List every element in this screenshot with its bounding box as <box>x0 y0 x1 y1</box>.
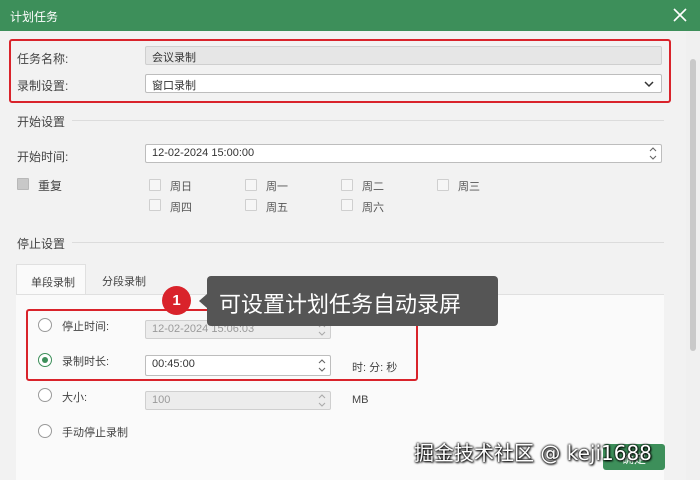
day-checkbox-tue[interactable] <box>341 179 353 191</box>
day-label-mon: 周一 <box>266 181 288 193</box>
stop-time-radio[interactable] <box>38 318 52 332</box>
chevron-down-icon <box>644 81 654 88</box>
duration-label: 录制时长: <box>62 356 110 368</box>
record-setting-value: 窗口录制 <box>152 80 196 92</box>
start-time-value: 12-02-2024 15:00:00 <box>152 147 255 159</box>
dialog-content: 任务名称: 会议录制 录制设置: 窗口录制 开始设置 开始时间: 12-02-2… <box>0 31 686 480</box>
record-setting-label: 录制设置: <box>17 79 69 93</box>
day-checkbox-sun[interactable] <box>149 179 161 191</box>
day-checkbox-thu[interactable] <box>149 199 161 211</box>
size-label: 大小: <box>62 392 88 404</box>
size-input[interactable]: 100 <box>145 391 331 410</box>
start-time-input[interactable]: 12-02-2024 15:00:00 <box>145 144 662 163</box>
spinner-icon[interactable] <box>317 393 327 408</box>
repeat-label: 重复 <box>38 179 63 193</box>
scrollbar-thumb[interactable] <box>690 59 696 351</box>
vertical-scrollbar[interactable] <box>686 31 700 480</box>
spinner-icon[interactable] <box>648 146 658 161</box>
start-section-title: 开始设置 <box>17 115 66 129</box>
annotation-callout: 可设置计划任务自动录屏 <box>207 276 498 326</box>
tab-single-record[interactable]: 单段录制 <box>16 264 86 295</box>
callout-pointer <box>199 294 207 308</box>
day-checkbox-wed[interactable] <box>437 179 449 191</box>
duration-input[interactable]: 00:45:00 <box>145 355 331 376</box>
day-label-sun: 周日 <box>170 181 192 193</box>
size-unit: MB <box>352 394 369 406</box>
task-name-value: 会议录制 <box>152 52 196 64</box>
watermark: 掘金技术社区 @ keji1688 <box>414 441 652 465</box>
duration-unit: 时: 分: 秒 <box>352 362 398 374</box>
stop-time-label: 停止时间: <box>62 321 110 333</box>
task-name-label: 任务名称: <box>17 52 69 66</box>
tab-segment-record[interactable]: 分段录制 <box>88 264 164 295</box>
stop-section-divider <box>72 242 664 243</box>
title-bar: 计划任务 <box>0 0 700 31</box>
spinner-icon[interactable] <box>317 358 327 373</box>
day-label-thu: 周四 <box>170 202 192 214</box>
manual-stop-radio[interactable] <box>38 424 52 438</box>
manual-stop-label: 手动停止录制 <box>62 427 128 439</box>
day-checkbox-mon[interactable] <box>245 179 257 191</box>
window-title: 计划任务 <box>10 10 59 24</box>
day-checkbox-fri[interactable] <box>245 199 257 211</box>
repeat-checkbox[interactable] <box>17 178 29 190</box>
day-label-fri: 周五 <box>266 202 288 214</box>
size-value: 100 <box>152 394 171 406</box>
step-badge: 1 <box>162 286 191 315</box>
start-time-label: 开始时间: <box>17 150 69 164</box>
task-name-input[interactable]: 会议录制 <box>145 46 662 65</box>
close-icon[interactable] <box>670 5 690 25</box>
day-label-tue: 周二 <box>362 181 384 193</box>
day-label-wed: 周三 <box>458 181 480 193</box>
stop-section-title: 停止设置 <box>17 237 66 251</box>
day-checkbox-sat[interactable] <box>341 199 353 211</box>
duration-radio[interactable] <box>38 353 52 367</box>
duration-value: 00:45:00 <box>152 358 195 370</box>
day-label-sat: 周六 <box>362 202 384 214</box>
size-radio[interactable] <box>38 388 52 402</box>
record-setting-select[interactable]: 窗口录制 <box>145 74 662 93</box>
start-section-divider <box>72 120 664 121</box>
